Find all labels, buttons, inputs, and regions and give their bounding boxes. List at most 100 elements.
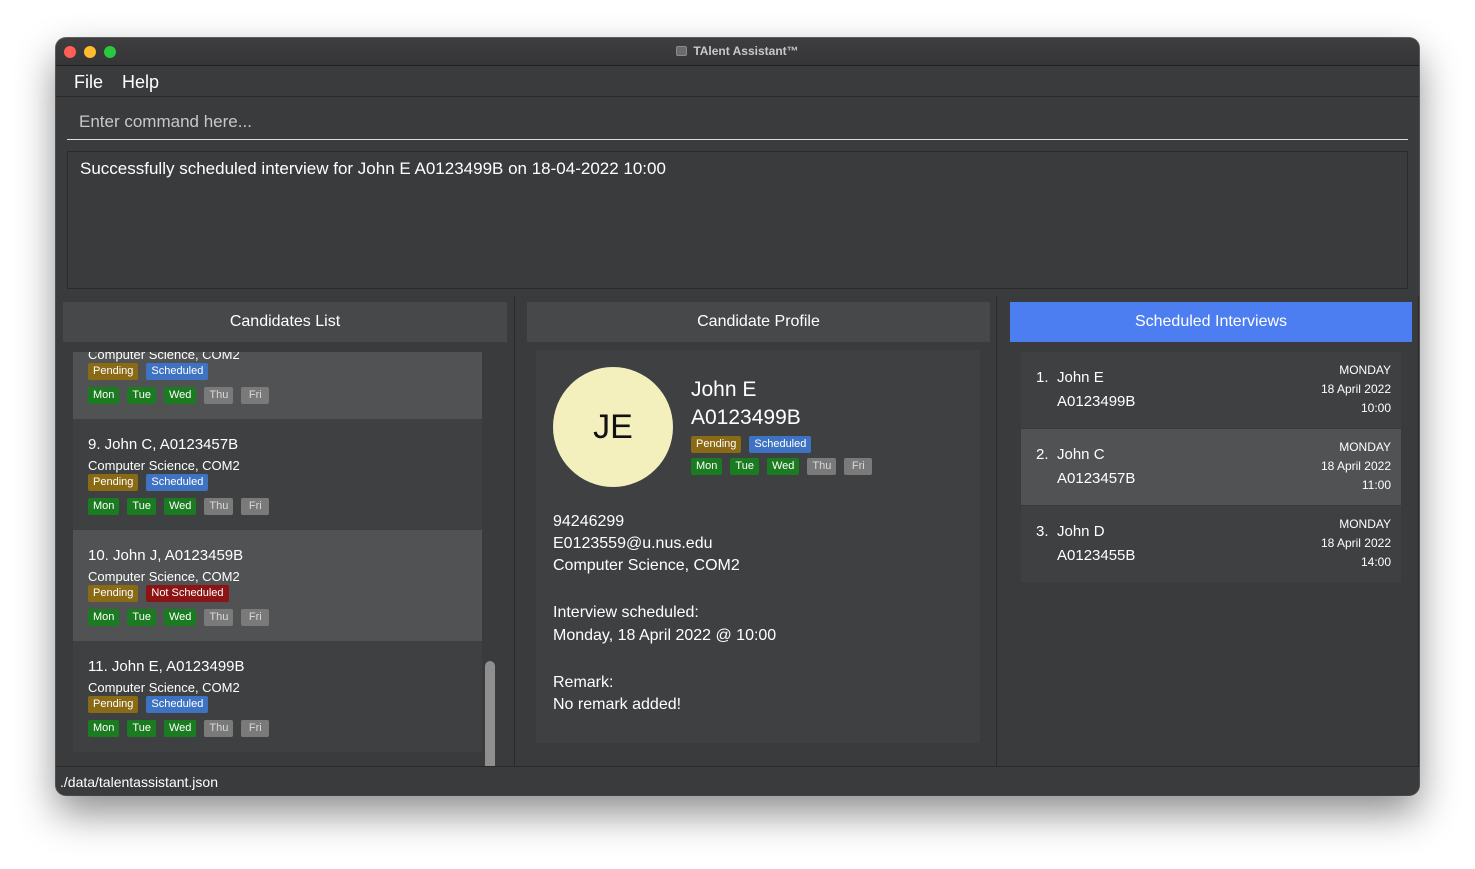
remark-label: Remark: <box>553 674 614 691</box>
day-tag: Thu <box>204 720 234 737</box>
interview-day: MONDAY <box>1339 517 1391 531</box>
status-badge: Scheduled <box>146 696 209 713</box>
day-tag: Fri <box>241 609 270 626</box>
status-badge: Scheduled <box>146 363 209 380</box>
interview-date: 18 April 2022 <box>1320 382 1391 396</box>
interview-item[interactable]: 2. John C A0123457B MONDAY 18 April 2022… <box>1021 429 1401 505</box>
availability-tags: Mon Tue Wed Thu Fri <box>88 609 270 626</box>
day-tag: Mon <box>88 609 120 626</box>
candidate-card[interactable]: 11. John E, A0123499B Computer Science, … <box>73 641 482 752</box>
interview-time: 14:00 <box>1360 555 1391 569</box>
day-tag: Wed <box>163 498 197 515</box>
interview-name: John E <box>1057 369 1104 386</box>
interview-index: 1. <box>1036 369 1049 386</box>
candidate-name: 11. John E, A0123499B <box>88 658 245 675</box>
app-icon <box>676 46 688 56</box>
day-tag: Thu <box>204 387 234 404</box>
interview-index: 2. <box>1036 446 1049 463</box>
menu-bar: File Help <box>56 67 1419 97</box>
profile-card: JE John E A0123499B Pending Scheduled Mo… <box>536 350 980 743</box>
title-bar: TAlent Assistant™ <box>56 38 1419 66</box>
interview-id: A0123457B <box>1057 470 1136 487</box>
status-badge: Scheduled <box>749 436 812 453</box>
day-tag: Tue <box>127 387 156 404</box>
day-tag: Fri <box>844 458 873 475</box>
interview-index: 3. <box>1036 523 1049 540</box>
day-tag: Wed <box>766 458 800 475</box>
candidates-header: Candidates List <box>63 302 507 342</box>
profile-status-tags: Pending Scheduled <box>691 436 812 453</box>
menu-help[interactable]: Help <box>122 72 159 93</box>
status-tags: Pending Scheduled <box>88 474 209 491</box>
day-tag: Fri <box>241 720 270 737</box>
candidate-card[interactable]: 10. John J, A0123459B Computer Science, … <box>73 530 482 641</box>
command-input[interactable] <box>67 104 1408 140</box>
profile-header: Candidate Profile <box>527 302 990 342</box>
profile-availability-tags: Mon Tue Wed Thu Fri <box>691 458 873 475</box>
candidate-course: Computer Science, COM2 <box>88 680 240 695</box>
day-tag: Wed <box>163 387 197 404</box>
day-tag: Mon <box>88 720 120 737</box>
interview-name: John C <box>1057 446 1105 463</box>
candidate-course: Computer Science, COM2 <box>88 569 240 584</box>
interview-item[interactable]: 1. John E A0123499B MONDAY 18 April 2022… <box>1021 352 1401 428</box>
interview-day: MONDAY <box>1339 363 1391 377</box>
window-title: TAlent Assistant™ <box>693 44 799 58</box>
availability-tags: Mon Tue Wed Thu Fri <box>88 387 270 404</box>
availability-tags: Mon Tue Wed Thu Fri <box>88 720 270 737</box>
status-badge: Pending <box>691 436 742 453</box>
status-badge: Not Scheduled <box>146 585 229 602</box>
status-badge: Pending <box>88 696 139 713</box>
candidate-card[interactable]: Computer Science, COM2 Pending Scheduled… <box>73 352 482 419</box>
day-tag: Wed <box>163 609 197 626</box>
day-tag: Thu <box>807 458 837 475</box>
interview-time: 11:00 <box>1361 478 1391 492</box>
status-badge: Pending <box>88 585 139 602</box>
day-tag: Fri <box>241 387 270 404</box>
status-tags: Pending Scheduled <box>88 696 209 713</box>
result-message: Successfully scheduled interview for Joh… <box>80 159 666 178</box>
interviews-pane: Scheduled Interviews 1. John E A0123499B… <box>1005 296 1419 766</box>
interview-value: Monday, 18 April 2022 @ 10:00 <box>553 627 777 644</box>
interview-date: 18 April 2022 <box>1320 459 1391 473</box>
interview-time: 10:00 <box>1360 401 1391 415</box>
interview-day: MONDAY <box>1339 440 1391 454</box>
candidate-list[interactable]: Computer Science, COM2 Pending Scheduled… <box>73 352 482 752</box>
day-tag: Thu <box>204 498 234 515</box>
profile-name: John E <box>691 378 757 401</box>
availability-tags: Mon Tue Wed Thu Fri <box>88 498 270 515</box>
day-tag: Tue <box>730 458 759 475</box>
save-file-path: ./data/talentassistant.json <box>60 774 218 790</box>
status-badge: Scheduled <box>146 474 209 491</box>
status-bar: ./data/talentassistant.json <box>56 766 1419 795</box>
candidate-name: 10. John J, A0123459B <box>88 547 244 564</box>
profile-pane: Candidate Profile JE John E A0123499B Pe… <box>517 296 997 766</box>
profile-email: E0123559@u.nus.edu <box>553 535 713 552</box>
avatar: JE <box>553 367 673 487</box>
menu-file[interactable]: File <box>74 72 103 93</box>
status-tags: Pending Not Scheduled <box>88 585 229 602</box>
profile-course: Computer Science, COM2 <box>553 557 740 574</box>
interview-date: 18 April 2022 <box>1320 536 1391 550</box>
remark-value: No remark added! <box>553 696 682 713</box>
day-tag: Tue <box>127 609 156 626</box>
interview-id: A0123499B <box>1057 393 1136 410</box>
interview-label: Interview scheduled: <box>553 604 699 621</box>
day-tag: Wed <box>163 720 197 737</box>
window-title-area: TAlent Assistant™ <box>56 44 1419 58</box>
interviews-header: Scheduled Interviews <box>1010 302 1412 342</box>
profile-phone: 94246299 <box>553 513 625 530</box>
day-tag: Tue <box>127 720 156 737</box>
candidate-course: Computer Science, COM2 <box>88 352 240 362</box>
profile-student-id: A0123499B <box>691 406 801 429</box>
day-tag: Mon <box>691 458 723 475</box>
day-tag: Fri <box>241 498 270 515</box>
candidate-card[interactable]: 9. John C, A0123457B Computer Science, C… <box>73 419 482 530</box>
status-tags: Pending Scheduled <box>88 363 209 380</box>
day-tag: Mon <box>88 498 120 515</box>
candidates-pane: Candidates List Computer Science, COM2 P… <box>56 296 515 785</box>
interview-item[interactable]: 3. John D A0123455B MONDAY 18 April 2022… <box>1021 506 1401 582</box>
day-tag: Tue <box>127 498 156 515</box>
status-badge: Pending <box>88 363 139 380</box>
interview-name: John D <box>1057 523 1105 540</box>
